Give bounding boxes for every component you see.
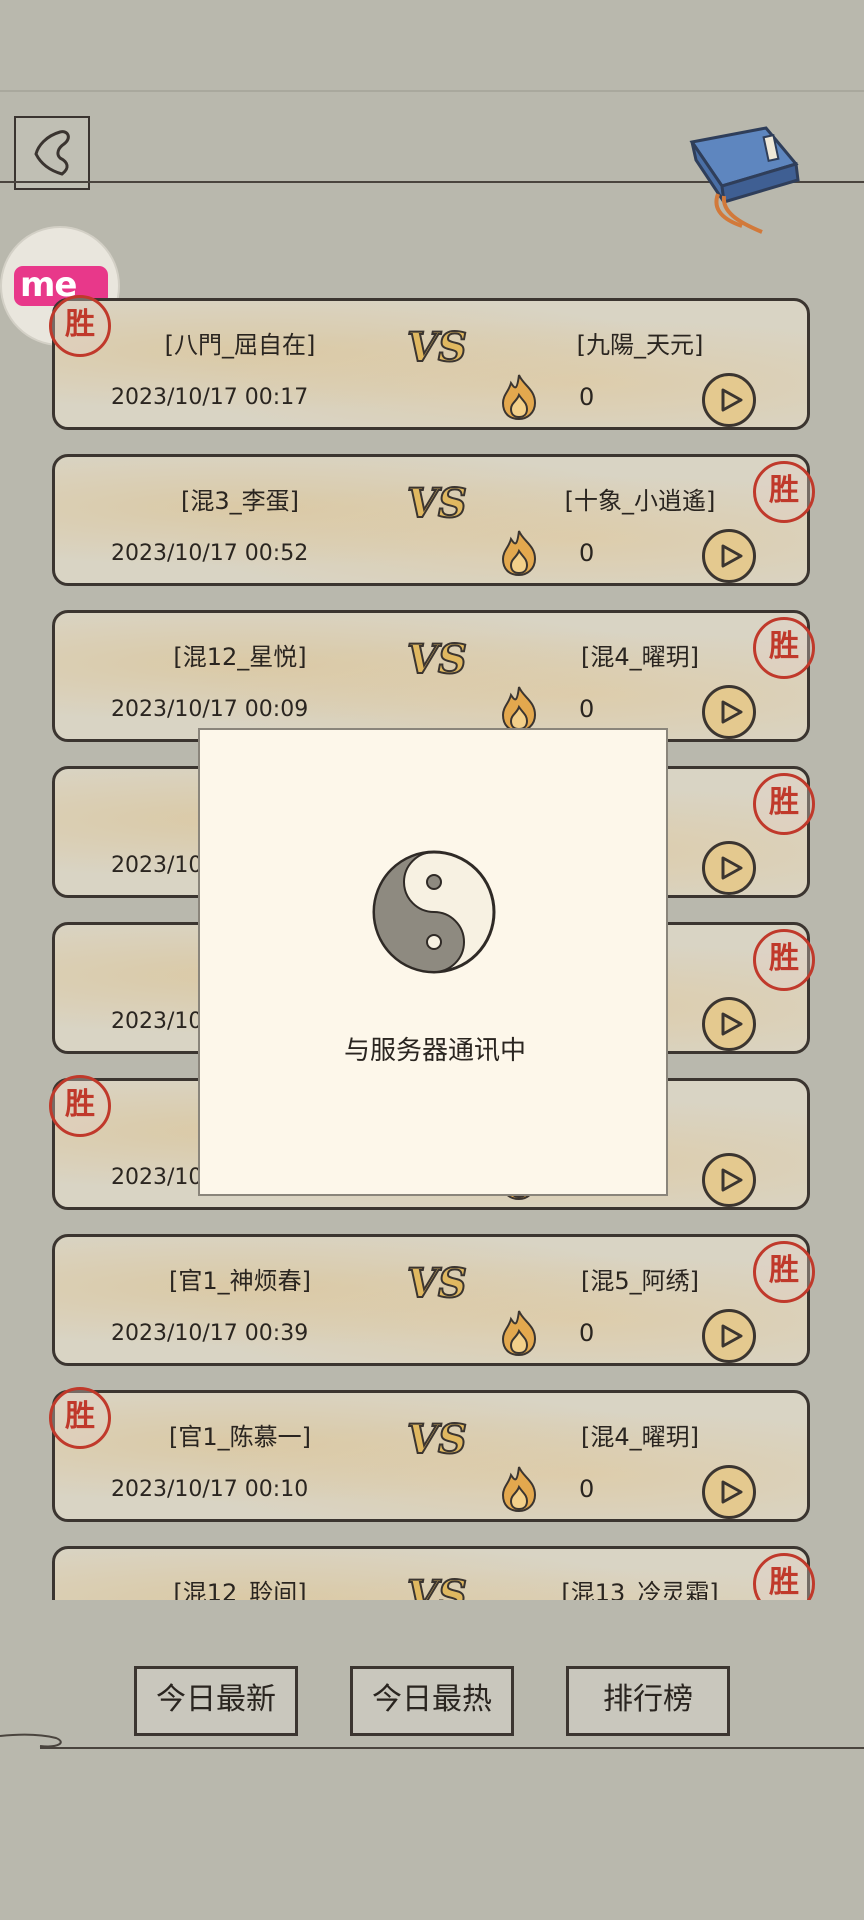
replay-button[interactable] bbox=[702, 373, 756, 427]
win-stamp-icon: 胜 bbox=[753, 461, 815, 523]
right-player-name: [混13_冷灵霜] bbox=[561, 1579, 719, 1600]
right-player-name: [混4_曜玥] bbox=[581, 643, 699, 671]
replay-button[interactable] bbox=[702, 1465, 756, 1519]
fire-icon bbox=[501, 685, 537, 733]
match-date: 2023/10/17 00:39 bbox=[111, 1321, 309, 1346]
heat-count: 0 bbox=[579, 539, 595, 567]
win-stamp-icon: 胜 bbox=[753, 1553, 815, 1600]
replay-button[interactable] bbox=[702, 1309, 756, 1363]
tab-today-hot-label: 今日最热 bbox=[372, 1682, 492, 1717]
vs-label: VS bbox=[407, 1416, 467, 1463]
play-icon bbox=[721, 388, 743, 412]
tab-today-hot[interactable]: 今日最热 bbox=[350, 1666, 514, 1736]
fire-icon bbox=[501, 373, 537, 421]
heat-count: 0 bbox=[579, 695, 595, 723]
match-card[interactable]: [八門_屈自在] VS [九陽_天元] 2023/10/17 00:17 0 胜 bbox=[49, 295, 810, 430]
play-icon bbox=[721, 1324, 743, 1348]
match-date: 2023/10/17 00:09 bbox=[111, 697, 309, 722]
fire-icon bbox=[501, 529, 537, 577]
replay-button[interactable] bbox=[702, 685, 756, 739]
vs-label: VS bbox=[407, 636, 467, 683]
vs-label: VS bbox=[407, 1572, 467, 1600]
tab-today-latest[interactable]: 今日最新 bbox=[134, 1666, 298, 1736]
match-date: 2023/10/17 00:17 bbox=[111, 385, 309, 410]
left-player-name: [混12_星悦] bbox=[173, 643, 307, 671]
right-player-name: [十象_小逍遙] bbox=[564, 487, 716, 515]
win-stamp-icon: 胜 bbox=[753, 617, 815, 679]
match-date: 2023/10 bbox=[111, 853, 203, 878]
heat-count: 0 bbox=[579, 383, 595, 411]
play-icon bbox=[721, 856, 743, 880]
vs-label: VS bbox=[407, 324, 467, 371]
win-stamp-icon: 胜 bbox=[49, 1075, 111, 1137]
right-player-name: [混5_阿绣] bbox=[581, 1267, 699, 1295]
replay-button[interactable] bbox=[702, 841, 756, 895]
vs-icon: VS bbox=[406, 1415, 468, 1463]
play-icon bbox=[721, 1012, 743, 1036]
left-player-name: [八門_屈自在] bbox=[164, 331, 316, 359]
replay-button[interactable] bbox=[702, 997, 756, 1051]
win-stamp-icon: 胜 bbox=[753, 773, 815, 835]
match-date: 2023/10 bbox=[111, 1009, 203, 1034]
match-card[interactable]: [混12_星悦] VS [混4_曜玥] 2023/10/17 00:09 0 胜 bbox=[52, 610, 815, 742]
left-player-name: [混12_聆间] bbox=[173, 1579, 307, 1600]
match-date: 2023/10 bbox=[111, 1165, 203, 1190]
fire-icon bbox=[501, 1309, 537, 1357]
left-player-name: [混3_李蛋] bbox=[181, 487, 299, 515]
scroll-book-icon[interactable] bbox=[682, 122, 802, 234]
right-player-name: [混4_曜玥] bbox=[581, 1423, 699, 1451]
tab-today-latest-label: 今日最新 bbox=[156, 1682, 276, 1717]
win-stamp-icon: 胜 bbox=[49, 1387, 111, 1449]
win-stamp-icon: 胜 bbox=[753, 929, 815, 991]
vs-label: VS bbox=[407, 1260, 467, 1307]
play-icon bbox=[721, 700, 743, 724]
play-icon bbox=[721, 1168, 743, 1192]
back-arrow-icon bbox=[34, 130, 70, 176]
right-player-name: [九陽_天元] bbox=[576, 331, 704, 359]
left-player-name: [官1_神烦春] bbox=[169, 1267, 311, 1295]
tab-leaderboard[interactable]: 排行榜 bbox=[566, 1666, 730, 1736]
bottom-divider bbox=[0, 1733, 864, 1749]
play-icon bbox=[721, 1480, 743, 1504]
heat-count: 0 bbox=[579, 1475, 595, 1503]
vs-icon: VS bbox=[406, 323, 468, 371]
play-icon bbox=[721, 544, 743, 568]
match-date: 2023/10/17 00:10 bbox=[111, 1477, 309, 1502]
vs-label: VS bbox=[407, 480, 467, 527]
fire-icon bbox=[501, 1465, 537, 1513]
match-date: 2023/10/17 00:52 bbox=[111, 541, 309, 566]
match-card[interactable]: [官1_神烦春] VS [混5_阿绣] 2023/10/17 00:39 0 胜 bbox=[52, 1234, 815, 1366]
match-card[interactable]: [混12_聆间] VS [混13_冷灵霜] 胜 bbox=[52, 1546, 815, 1600]
vs-icon: VS bbox=[406, 635, 468, 683]
replay-button[interactable] bbox=[702, 529, 756, 583]
top-divider bbox=[0, 90, 864, 92]
heat-count: 0 bbox=[579, 1319, 595, 1347]
match-card[interactable]: [混3_李蛋] VS [十象_小逍遙] 2023/10/17 00:52 0 胜 bbox=[52, 454, 815, 586]
win-stamp-icon: 胜 bbox=[753, 1241, 815, 1303]
back-button[interactable] bbox=[14, 116, 90, 190]
match-card[interactable]: [官1_陈慕一] VS [混4_曜玥] 2023/10/17 00:10 0 胜 bbox=[49, 1387, 810, 1522]
vs-icon: VS bbox=[406, 1259, 468, 1307]
left-player-name: [官1_陈慕一] bbox=[169, 1423, 311, 1451]
replay-button[interactable] bbox=[702, 1153, 756, 1207]
win-stamp-icon: 胜 bbox=[49, 295, 111, 357]
loading-dialog: 与服务器通讯中 bbox=[198, 728, 668, 1196]
tab-leaderboard-label: 排行榜 bbox=[603, 1682, 693, 1717]
loading-message: 与服务器通讯中 bbox=[343, 1036, 526, 1066]
yin-yang-icon bbox=[372, 850, 496, 974]
vs-icon: VS bbox=[406, 479, 468, 527]
vs-icon: VS bbox=[406, 1571, 468, 1600]
